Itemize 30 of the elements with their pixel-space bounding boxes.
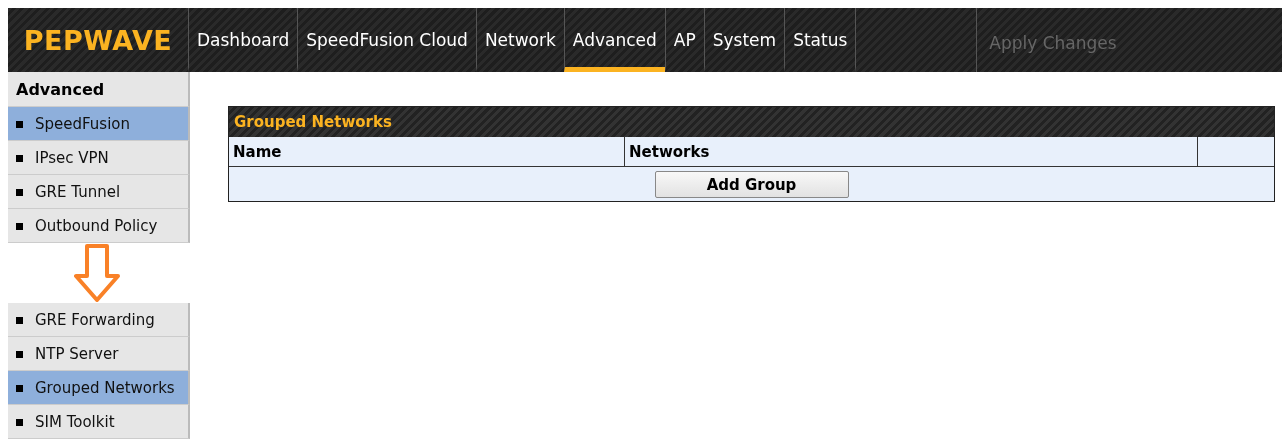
column-header: Name — [229, 137, 625, 166]
nav-tab[interactable]: SpeedFusion Cloud — [297, 8, 476, 72]
pepwave-logo: PEPWAVE — [22, 23, 174, 58]
nav-tab[interactable]: Advanced — [563, 8, 665, 72]
bullet-icon — [16, 223, 23, 230]
bullet-icon — [16, 351, 23, 358]
bullet-icon — [16, 121, 23, 128]
sidebar-item[interactable]: SIM Toolkit — [8, 405, 190, 439]
nav-tab[interactable]: Network — [475, 8, 564, 72]
add-group-button[interactable]: Add Group — [654, 171, 849, 198]
bullet-icon — [16, 385, 23, 392]
down-arrow-icon — [74, 244, 120, 302]
column-header: Networks — [625, 137, 1198, 166]
sidebar-item[interactable]: NTP Server — [8, 337, 190, 371]
nav-tab[interactable]: AP — [664, 8, 704, 72]
panel-title: Grouped Networks — [229, 107, 1274, 137]
sidebar-item[interactable]: Outbound Policy — [8, 209, 190, 243]
bullet-icon — [16, 189, 23, 196]
sidebar-item[interactable]: Grouped Networks — [8, 371, 190, 405]
sidebar-item[interactable]: GRE Tunnel — [8, 175, 190, 209]
sidebar-title: Advanced — [8, 72, 190, 107]
nav-tab[interactable]: Dashboard — [188, 8, 298, 72]
sidebar-item[interactable]: GRE Forwarding — [8, 303, 190, 337]
bullet-icon — [16, 317, 23, 324]
sidebar-item[interactable]: IPsec VPN — [8, 141, 190, 175]
bullet-icon — [16, 155, 23, 162]
nav-tab[interactable]: Status — [784, 8, 857, 72]
sidebar-item[interactable]: SpeedFusion — [8, 107, 190, 141]
nav-tab[interactable]: System — [703, 8, 785, 72]
bullet-icon — [16, 419, 23, 426]
